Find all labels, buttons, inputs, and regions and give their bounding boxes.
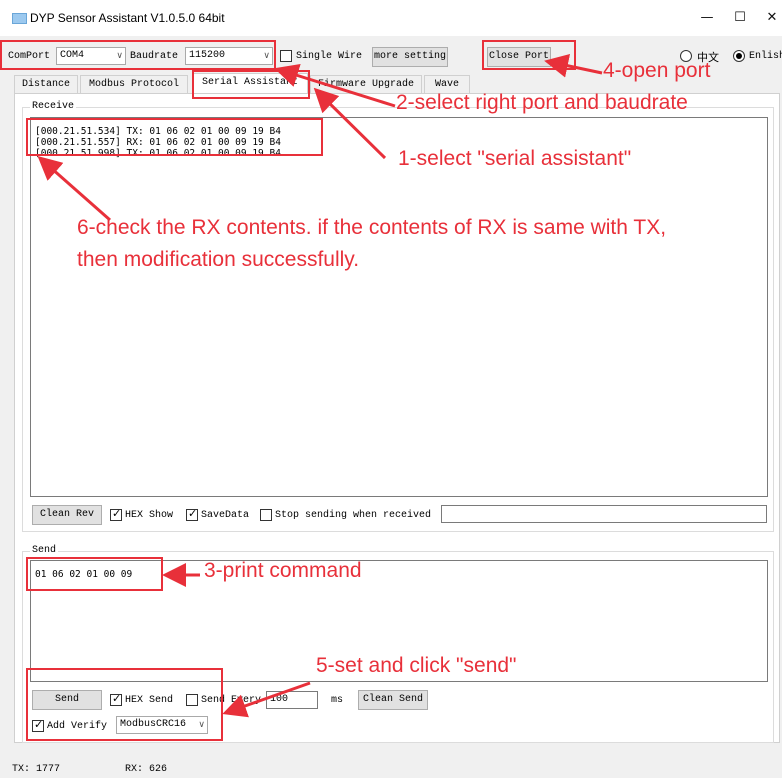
annotation-port-baudrate: 2-select right port and baudrate bbox=[396, 91, 688, 114]
annotation-print-command: 3-print command bbox=[204, 559, 362, 582]
arrow-check-rx bbox=[37, 156, 111, 222]
arrow-port-baudrate bbox=[274, 63, 396, 108]
annotation-open-port: 4-open port bbox=[603, 59, 711, 82]
annotation-check-rx-2: then modification successfully. bbox=[77, 248, 360, 271]
annotation-send: 5-set and click "send" bbox=[316, 654, 517, 677]
arrow-open-port bbox=[544, 53, 603, 78]
annotation-serial-assistant: 1-select "serial assistant" bbox=[398, 147, 632, 170]
annotation-check-rx-1: 6-check the RX contents. if the contents… bbox=[77, 216, 667, 239]
arrow-serial-assistant bbox=[313, 87, 387, 160]
arrow-send bbox=[222, 681, 311, 718]
